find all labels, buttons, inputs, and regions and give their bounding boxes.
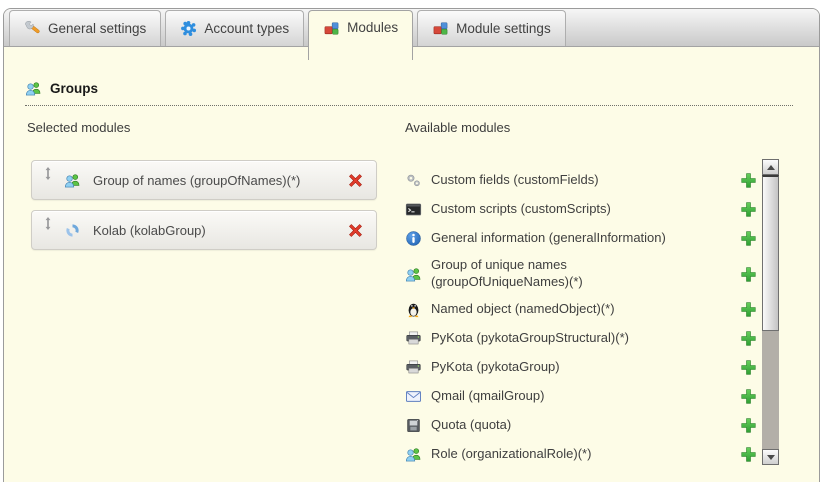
delete-module-button[interactable] (347, 222, 364, 239)
selected-modules-heading: Selected modules (27, 120, 130, 135)
selected-modules-list: Group of names (groupOfNames)(*) Kolab (k… (31, 160, 377, 250)
available-module-label: Role (organizationalRole)(*) (431, 446, 591, 463)
tab-module-settings[interactable]: Module settings (417, 10, 566, 46)
tab-modules[interactable]: Modules (308, 10, 413, 60)
available-module-label: Group of unique names (groupOfUniqueName… (431, 257, 683, 291)
available-module-row-quota-quota: Quota (quota) (405, 411, 757, 440)
gear-icon (180, 20, 197, 37)
add-module-button[interactable] (740, 417, 757, 434)
scroll-thumb[interactable] (762, 175, 779, 331)
tab-label: Account types (204, 21, 289, 36)
modules-icon (323, 20, 340, 37)
printer-icon (405, 359, 422, 376)
add-module-button[interactable] (740, 446, 757, 463)
info-icon (405, 230, 422, 247)
tab-account-types[interactable]: Account types (165, 10, 304, 46)
groups-icon (405, 266, 422, 283)
available-modules-scrollbar[interactable] (762, 159, 779, 465)
selected-module-label: Kolab (kolabGroup) (93, 223, 347, 238)
penguin-icon (405, 301, 422, 318)
settings-window: General settings Account types Modules Modu… (3, 8, 820, 482)
available-modules-heading: Available modules (405, 120, 510, 135)
available-modules-list: Custom fields (customFields) Custom scrip… (405, 166, 757, 469)
gears-icon (405, 172, 422, 189)
groups-icon (405, 446, 422, 463)
available-module-label: Named object (namedObject)(*) (431, 301, 615, 318)
available-module-row-qmail-qmailgroup: Qmail (qmailGroup) (405, 382, 757, 411)
tab-bar: General settings Account types Modules Modu… (4, 9, 819, 47)
groups-icon (25, 80, 42, 97)
scroll-up-arrow-icon (767, 165, 775, 170)
drag-handle-icon[interactable] (44, 167, 52, 180)
available-module-label: Qmail (qmailGroup) (431, 388, 544, 405)
selected-module-label: Group of names (groupOfNames)(*) (93, 173, 347, 188)
scroll-down-arrow-icon (767, 455, 775, 460)
add-module-button[interactable] (740, 359, 757, 376)
scroll-down-button[interactable] (762, 449, 779, 465)
available-module-row-pykota-pykotagroupstructural: PyKota (pykotaGroupStructural)(*) (405, 324, 757, 353)
available-module-label: PyKota (pykotaGroupStructural)(*) (431, 330, 629, 347)
mail-icon (405, 388, 422, 405)
available-module-label: Custom scripts (customScripts) (431, 201, 611, 218)
selected-module-item-group-of-names-groupofnames[interactable]: Group of names (groupOfNames)(*) (31, 160, 377, 200)
scroll-track[interactable] (762, 175, 779, 449)
tab-label: Modules (347, 20, 398, 35)
available-module-row-role-organizationalrole: Role (organizationalRole)(*) (405, 440, 757, 469)
lam-configuration-page: General settings Account types Modules Modu… (0, 0, 826, 482)
add-module-button[interactable] (740, 388, 757, 405)
tab-general-settings[interactable]: General settings (9, 10, 161, 46)
kolab-icon (64, 222, 81, 239)
wrench-icon (24, 20, 41, 37)
disk-icon (405, 417, 422, 434)
add-module-button[interactable] (740, 330, 757, 347)
available-module-row-group-of-unique-names-groupofuniquenames: Group of unique names (groupOfUniqueName… (405, 253, 757, 295)
tab-bar-tabs: General settings Account types Modules Modu… (9, 10, 570, 60)
modules-icon (432, 20, 449, 37)
available-module-row-custom-fields-customfields: Custom fields (customFields) (405, 166, 757, 195)
add-module-button[interactable] (740, 266, 757, 283)
available-module-row-pykota-pykotagroup: PyKota (pykotaGroup) (405, 353, 757, 382)
available-module-label: Quota (quota) (431, 417, 511, 434)
tab-label: Module settings (456, 21, 551, 36)
tab-label: General settings (48, 21, 146, 36)
terminal-icon (405, 201, 422, 218)
section-heading-groups: Groups (25, 80, 793, 106)
add-module-button[interactable] (740, 301, 757, 318)
add-module-button[interactable] (740, 201, 757, 218)
available-module-row-general-information-generalinformation: General information (generalInformation) (405, 224, 757, 253)
delete-module-button[interactable] (347, 172, 364, 189)
selected-module-item-kolab-kolabgroup[interactable]: Kolab (kolabGroup) (31, 210, 377, 250)
add-module-button[interactable] (740, 172, 757, 189)
scroll-up-button[interactable] (762, 159, 779, 175)
drag-handle-icon[interactable] (44, 217, 52, 230)
available-module-label: PyKota (pykotaGroup) (431, 359, 560, 376)
groups-icon (64, 172, 81, 189)
available-module-label: General information (generalInformation) (431, 230, 666, 247)
printer-icon (405, 330, 422, 347)
available-module-row-named-object-namedobject: Named object (namedObject)(*) (405, 295, 757, 324)
add-module-button[interactable] (740, 230, 757, 247)
section-title: Groups (50, 81, 98, 96)
available-module-row-custom-scripts-customscripts: Custom scripts (customScripts) (405, 195, 757, 224)
available-module-label: Custom fields (customFields) (431, 172, 599, 189)
